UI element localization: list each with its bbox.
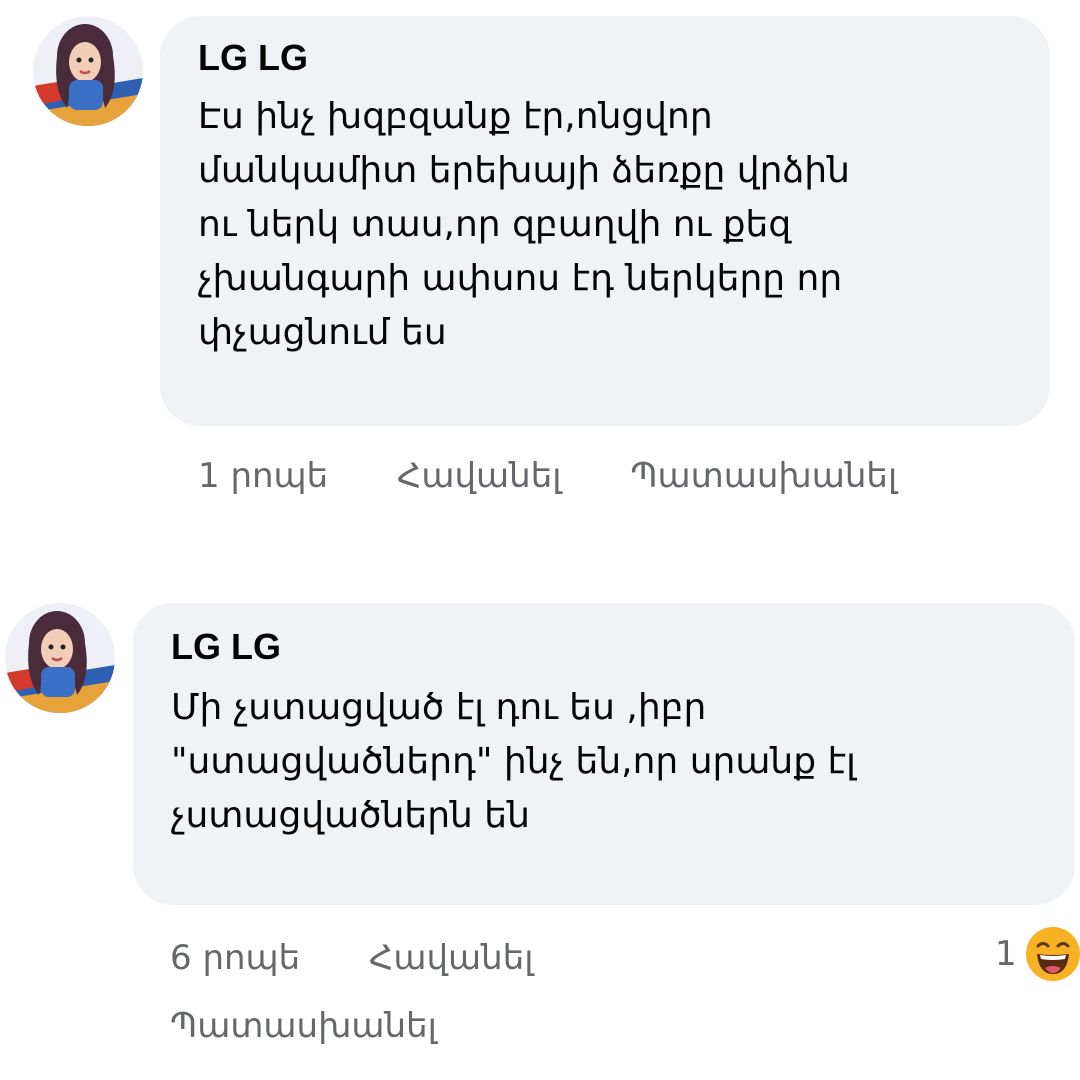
reaction-summary[interactable]: 1	[995, 926, 1080, 982]
comment-actions: 6 րոպե Հավանել	[170, 938, 592, 978]
avatar-image	[5, 603, 115, 713]
reaction-count: 1	[995, 934, 1017, 974]
laughing-emoji-icon	[1025, 927, 1080, 981]
reply-button[interactable]: Պատասխանել	[630, 456, 897, 496]
comment-actions-row-2: Պատասխանել	[170, 1006, 495, 1046]
comments-thread: LG LG Էս ինչ խզբզանք էր,ոնցվոր մանկամիտ …	[0, 0, 1080, 1080]
comment-time[interactable]: 6 րոպե	[170, 938, 300, 978]
comment-author[interactable]: LG LG	[198, 38, 1050, 78]
comment-text: Էս ինչ խզբզանք էր,ոնցվոր մանկամիտ երեխայ…	[198, 96, 850, 353]
comment-actions: 1 րոպե Հավանել Պատասխանել	[198, 456, 955, 496]
comment-text: Մի չստացված էլ դու ես ,իբր "ստացվածներդ"…	[171, 687, 856, 836]
comment-bubble[interactable]: LG LG Էս ինչ խզբզանք էր,ոնցվոր մանկամիտ …	[160, 16, 1050, 426]
reply-button[interactable]: Պատասխանել	[170, 1006, 437, 1046]
like-button[interactable]: Հավանել	[397, 456, 561, 496]
comment-time[interactable]: 1 րոպե	[198, 456, 328, 496]
like-button[interactable]: Հավանել	[369, 938, 533, 978]
comment-bubble[interactable]: LG LG Մի չստացված էլ դու ես ,իբր "ստացվա…	[133, 603, 1075, 905]
avatar-image	[33, 16, 143, 126]
comment-author[interactable]: LG LG	[171, 627, 1075, 667]
avatar[interactable]	[5, 603, 115, 713]
avatar[interactable]	[33, 16, 143, 126]
